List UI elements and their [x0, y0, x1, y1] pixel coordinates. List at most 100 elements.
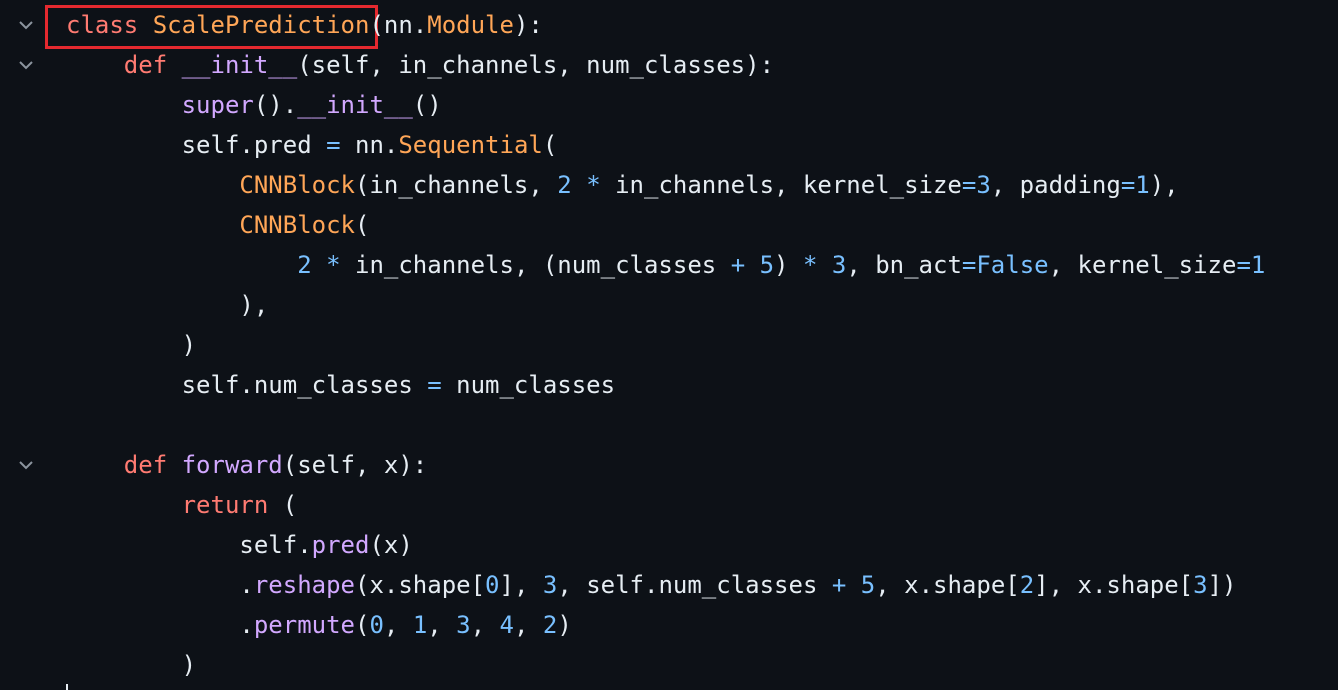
code-token: 3 — [831, 251, 847, 279]
code-token: 2 — [557, 171, 572, 199]
code-token: * — [586, 171, 601, 199]
code-token: __init__ — [181, 51, 298, 79]
code-text: ), — [66, 285, 268, 325]
code-line[interactable]: class ScalePrediction(nn.Module): — [0, 5, 1338, 45]
code-token: 1 — [1250, 251, 1266, 279]
code-token: . — [66, 571, 254, 599]
chevron-down-icon[interactable] — [14, 445, 38, 485]
code-line[interactable]: self.pred(x) — [0, 525, 1338, 565]
code-token: Sequential — [398, 131, 543, 159]
code-token: ]) — [1207, 571, 1237, 599]
code-token: , — [383, 611, 413, 639]
code-token: , bn_act — [846, 251, 962, 279]
chevron-down-icon[interactable] — [14, 5, 38, 45]
code-token: , self.num_classes — [557, 571, 832, 599]
code-token: . — [66, 611, 254, 639]
code-text: 2 * in_channels, (num_classes + 5) * 3, … — [66, 245, 1265, 285]
code-line[interactable]: 2 * in_channels, (num_classes + 5) * 3, … — [0, 245, 1338, 285]
code-line[interactable]: self.pred = nn.Sequential( — [0, 125, 1338, 165]
code-line[interactable] — [0, 405, 1338, 445]
code-token: 0 — [485, 571, 500, 599]
code-token: = — [1236, 251, 1251, 279]
code-line[interactable]: def __init__(self, in_channels, num_clas… — [0, 45, 1338, 85]
code-token: + — [831, 571, 847, 599]
code-line[interactable]: .permute(0, 1, 3, 4, 2) — [0, 605, 1338, 645]
code-token: 3 — [1193, 571, 1208, 599]
code-token: super — [181, 91, 254, 119]
code-token: = — [961, 251, 977, 279]
code-token: = — [961, 171, 977, 199]
code-token: (nn. — [369, 11, 428, 39]
code-token: class — [66, 11, 153, 39]
code-token: False — [976, 251, 1049, 279]
code-text: return ( — [66, 485, 298, 525]
code-token: self. — [66, 531, 312, 559]
code-token: () — [412, 91, 442, 119]
code-line[interactable]: CNNBlock( — [0, 205, 1338, 245]
code-token: (x.shape[ — [355, 571, 486, 599]
code-line[interactable]: .reshape(x.shape[0], 3, self.num_classes… — [0, 565, 1338, 605]
code-token: , — [513, 611, 543, 639]
code-token: * — [802, 251, 818, 279]
code-line[interactable]: ) — [0, 325, 1338, 365]
code-line[interactable]: ) — [0, 645, 1338, 685]
code-token: = — [427, 371, 442, 399]
code-token: (self, x): — [282, 451, 428, 479]
code-text: class ScalePrediction(nn.Module): — [66, 5, 543, 45]
code-token: permute — [253, 611, 355, 639]
code-token: 1 — [1135, 171, 1150, 199]
code-token: 4 — [499, 611, 514, 639]
code-token: ( — [542, 131, 558, 159]
code-token: 2 — [542, 611, 558, 639]
code-token: Module — [427, 11, 514, 39]
code-text: self.pred(x) — [66, 525, 412, 565]
code-line[interactable]: CNNBlock(in_channels, 2 * in_channels, k… — [0, 165, 1338, 205]
code-token: 2 — [297, 251, 312, 279]
code-text: self.pred = nn.Sequential( — [66, 125, 558, 165]
code-token: 3 — [542, 571, 558, 599]
code-text: ) — [66, 325, 196, 365]
code-token: CNNBlock — [239, 171, 355, 199]
code-text: def __init__(self, in_channels, num_clas… — [66, 45, 774, 85]
code-token: nn. — [340, 131, 399, 159]
code-token: in_channels, kernel_size — [600, 171, 962, 199]
code-token: 1 — [412, 611, 428, 639]
code-token: , x.shape[ — [875, 571, 1020, 599]
code-token: 0 — [369, 611, 384, 639]
code-token: (self, in_channels, num_classes): — [297, 51, 775, 79]
code-text: super().__init__() — [66, 85, 442, 125]
code-token: ( — [354, 211, 370, 239]
code-text: CNNBlock( — [66, 205, 369, 245]
code-token: ) — [774, 251, 803, 279]
code-line[interactable]: return ( — [0, 485, 1338, 525]
code-editor[interactable]: class ScalePrediction(nn.Module): def __… — [0, 0, 1338, 690]
code-token: forward — [181, 451, 283, 479]
code-line[interactable]: self.num_classes = num_classes — [0, 365, 1338, 405]
code-text: self.num_classes = num_classes — [66, 365, 615, 405]
code-token: ) — [66, 331, 197, 359]
code-token: * — [326, 251, 341, 279]
code-token: ), — [1149, 171, 1179, 199]
code-line[interactable]: ), — [0, 285, 1338, 325]
code-line[interactable]: super().__init__() — [0, 85, 1338, 125]
code-token: (). — [253, 91, 298, 119]
chevron-down-icon[interactable] — [14, 45, 38, 85]
code-token: 2 — [1019, 571, 1035, 599]
code-line[interactable]: def forward(self, x): — [0, 445, 1338, 485]
code-token: self.num_classes — [66, 371, 428, 399]
code-token: + — [730, 251, 746, 279]
code-token: CNNBlock — [239, 211, 355, 239]
code-token: def — [123, 51, 182, 79]
code-token: 3 — [456, 611, 471, 639]
code-token: ), — [66, 291, 269, 319]
